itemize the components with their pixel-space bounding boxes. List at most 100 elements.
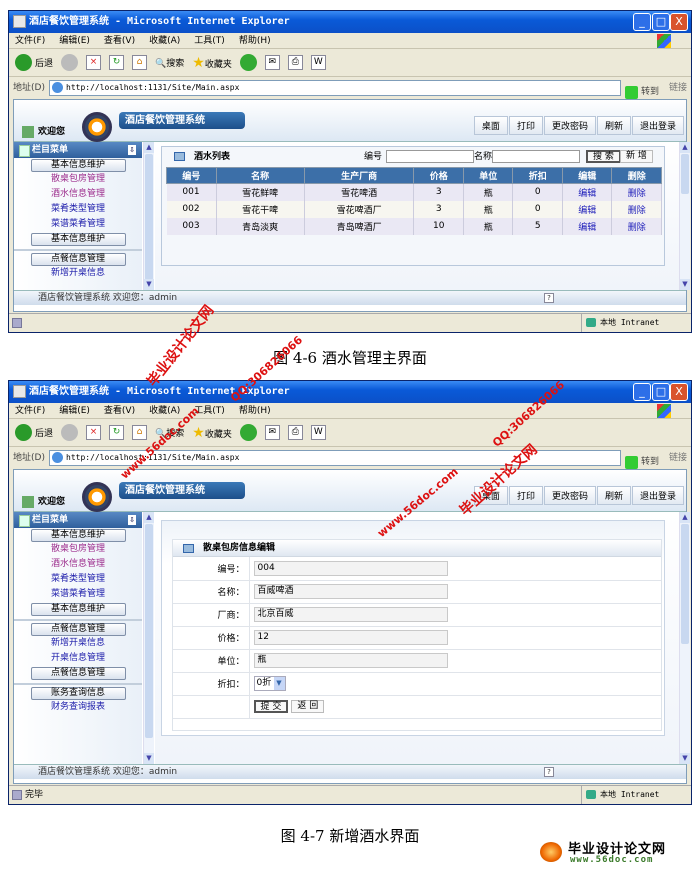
- forward-arrow-icon[interactable]: [61, 54, 79, 71]
- scroll-thumb[interactable]: [681, 524, 689, 644]
- menu-item[interactable]: 收藏(A): [149, 406, 180, 416]
- menu-item[interactable]: 帮助(H): [239, 36, 271, 46]
- sidebar-link[interactable]: 酒水信息管理: [14, 557, 142, 572]
- nav-button[interactable]: 刷新: [596, 116, 631, 135]
- scroll-thumb[interactable]: [681, 154, 689, 194]
- mail-icon[interactable]: ✉: [264, 425, 280, 440]
- menu-item[interactable]: 编辑(E): [59, 406, 90, 416]
- menu-item[interactable]: 工具(T): [194, 36, 225, 46]
- menu-item[interactable]: 查看(V): [104, 36, 135, 46]
- nav-button[interactable]: 刷新: [596, 486, 631, 505]
- nav-button[interactable]: 打印: [508, 486, 543, 505]
- delete-link[interactable]: 删除: [628, 206, 646, 216]
- sidebar-link[interactable]: 新增开桌信息: [14, 266, 142, 281]
- close-button[interactable]: X: [670, 13, 688, 31]
- word-icon[interactable]: W: [310, 425, 326, 440]
- sidebar-link[interactable]: 散桌包房管理: [14, 172, 142, 187]
- history-icon[interactable]: [239, 54, 257, 71]
- search-name-input[interactable]: [492, 150, 580, 163]
- scroll-down-icon[interactable]: ▼: [680, 753, 690, 764]
- nav-button[interactable]: 退出登录: [631, 116, 684, 135]
- scroll-down-icon[interactable]: ▼: [680, 279, 690, 290]
- menu-item[interactable]: 帮助(H): [239, 406, 271, 416]
- sidebar-section-button[interactable]: 点餐信息管理: [30, 253, 126, 266]
- collapse-icon[interactable]: ⇩: [128, 145, 136, 155]
- edit-link[interactable]: 编辑: [578, 189, 596, 199]
- scroll-up-icon[interactable]: ▲: [144, 512, 154, 523]
- sidebar-section-button[interactable]: 点餐信息管理: [30, 667, 126, 680]
- minimize-button[interactable]: _: [633, 13, 651, 31]
- sidebar-link[interactable]: 菜谱菜肴管理: [14, 217, 142, 232]
- nav-button[interactable]: 桌面: [473, 116, 508, 135]
- help-icon[interactable]: ?: [544, 293, 554, 303]
- sidebar-link[interactable]: 新增开桌信息: [14, 636, 142, 651]
- links-button[interactable]: 链接: [669, 447, 687, 469]
- refresh-icon[interactable]: ↻: [109, 55, 125, 70]
- forward-arrow-icon[interactable]: [61, 424, 79, 441]
- sidebar-link[interactable]: 菜肴类型管理: [14, 572, 142, 587]
- nav-button[interactable]: 桌面: [473, 486, 508, 505]
- scroll-up-icon[interactable]: ▲: [680, 142, 690, 153]
- search-id-input[interactable]: [386, 150, 474, 163]
- field-input[interactable]: 北京百威: [253, 607, 448, 622]
- field-input[interactable]: 004: [253, 560, 448, 576]
- add-button[interactable]: 新 增: [620, 150, 653, 163]
- home-icon[interactable]: ⌂: [132, 55, 148, 70]
- menu-item[interactable]: 查看(V): [104, 406, 135, 416]
- scroll-thumb[interactable]: [145, 154, 153, 280]
- back-button[interactable]: 后退: [15, 424, 53, 441]
- close-button[interactable]: X: [670, 383, 688, 401]
- scroll-down-icon[interactable]: ▼: [144, 279, 154, 290]
- sidebar-section-button[interactable]: 基本信息维护: [30, 159, 126, 172]
- menu-item[interactable]: 工具(T): [194, 406, 225, 416]
- delete-link[interactable]: 删除: [628, 189, 646, 199]
- print-icon[interactable]: ⎙: [287, 425, 303, 440]
- edit-link[interactable]: 编辑: [578, 223, 596, 233]
- help-icon[interactable]: ?: [544, 767, 554, 777]
- stop-icon[interactable]: ×: [86, 55, 102, 70]
- collapse-icon[interactable]: ⇩: [128, 515, 136, 525]
- sidebar-section-button[interactable]: 基本信息维护: [30, 233, 126, 246]
- search-button[interactable]: 搜 索: [586, 150, 621, 163]
- favorites-button[interactable]: ★收藏夹: [192, 55, 232, 71]
- sidebar-link[interactable]: 散桌包房管理: [14, 542, 142, 557]
- menu-item[interactable]: 编辑(E): [59, 36, 90, 46]
- mail-icon[interactable]: ✉: [264, 55, 280, 70]
- search-button[interactable]: 🔍搜索: [155, 426, 184, 439]
- edit-link[interactable]: 编辑: [578, 206, 596, 216]
- nav-button[interactable]: 打印: [508, 116, 543, 135]
- scroll-thumb[interactable]: [145, 524, 153, 739]
- field-input[interactable]: 12: [253, 630, 448, 645]
- sidebar-section-button[interactable]: 基本信息维护: [30, 529, 126, 542]
- minimize-button[interactable]: _: [633, 383, 651, 401]
- sidebar-section-button[interactable]: 基本信息维护: [30, 603, 126, 616]
- sidebar-link[interactable]: 菜谱菜肴管理: [14, 587, 142, 602]
- chevron-down-icon[interactable]: ▼: [273, 677, 285, 690]
- back-button[interactable]: 返 回: [291, 700, 325, 713]
- maximize-button[interactable]: □: [652, 383, 670, 401]
- delete-link[interactable]: 删除: [628, 223, 646, 233]
- field-input[interactable]: 瓶: [253, 653, 448, 668]
- sidebar-link[interactable]: 开桌信息管理: [14, 651, 142, 666]
- search-button[interactable]: 🔍搜索: [155, 56, 184, 69]
- sidebar-scrollbar[interactable]: ▲ ▼: [143, 142, 154, 290]
- sidebar-scrollbar[interactable]: ▲ ▼: [143, 512, 154, 764]
- favorites-button[interactable]: ★收藏夹: [192, 425, 232, 441]
- maximize-button[interactable]: □: [652, 13, 670, 31]
- nav-button[interactable]: 退出登录: [631, 486, 684, 505]
- sidebar-section-button[interactable]: 账务查询信息: [30, 687, 126, 700]
- links-button[interactable]: 链接: [669, 77, 687, 99]
- address-input[interactable]: http://localhost:1131/Site/Main.aspx: [49, 450, 621, 466]
- address-input[interactable]: http://localhost:1131/Site/Main.aspx: [49, 80, 621, 96]
- scroll-up-icon[interactable]: ▲: [144, 142, 154, 153]
- stop-icon[interactable]: ×: [86, 425, 102, 440]
- menu-item[interactable]: 收藏(A): [149, 36, 180, 46]
- refresh-icon[interactable]: ↻: [109, 425, 125, 440]
- scroll-up-icon[interactable]: ▲: [680, 512, 690, 523]
- sidebar-link[interactable]: 酒水信息管理: [14, 187, 142, 202]
- nav-button[interactable]: 更改密码: [543, 116, 596, 135]
- main-scrollbar[interactable]: ▲ ▼: [679, 142, 690, 290]
- back-button[interactable]: 后退: [15, 54, 53, 71]
- menu-item[interactable]: 文件(F): [15, 36, 45, 46]
- discount-select[interactable]: 0折 ▼: [253, 676, 286, 691]
